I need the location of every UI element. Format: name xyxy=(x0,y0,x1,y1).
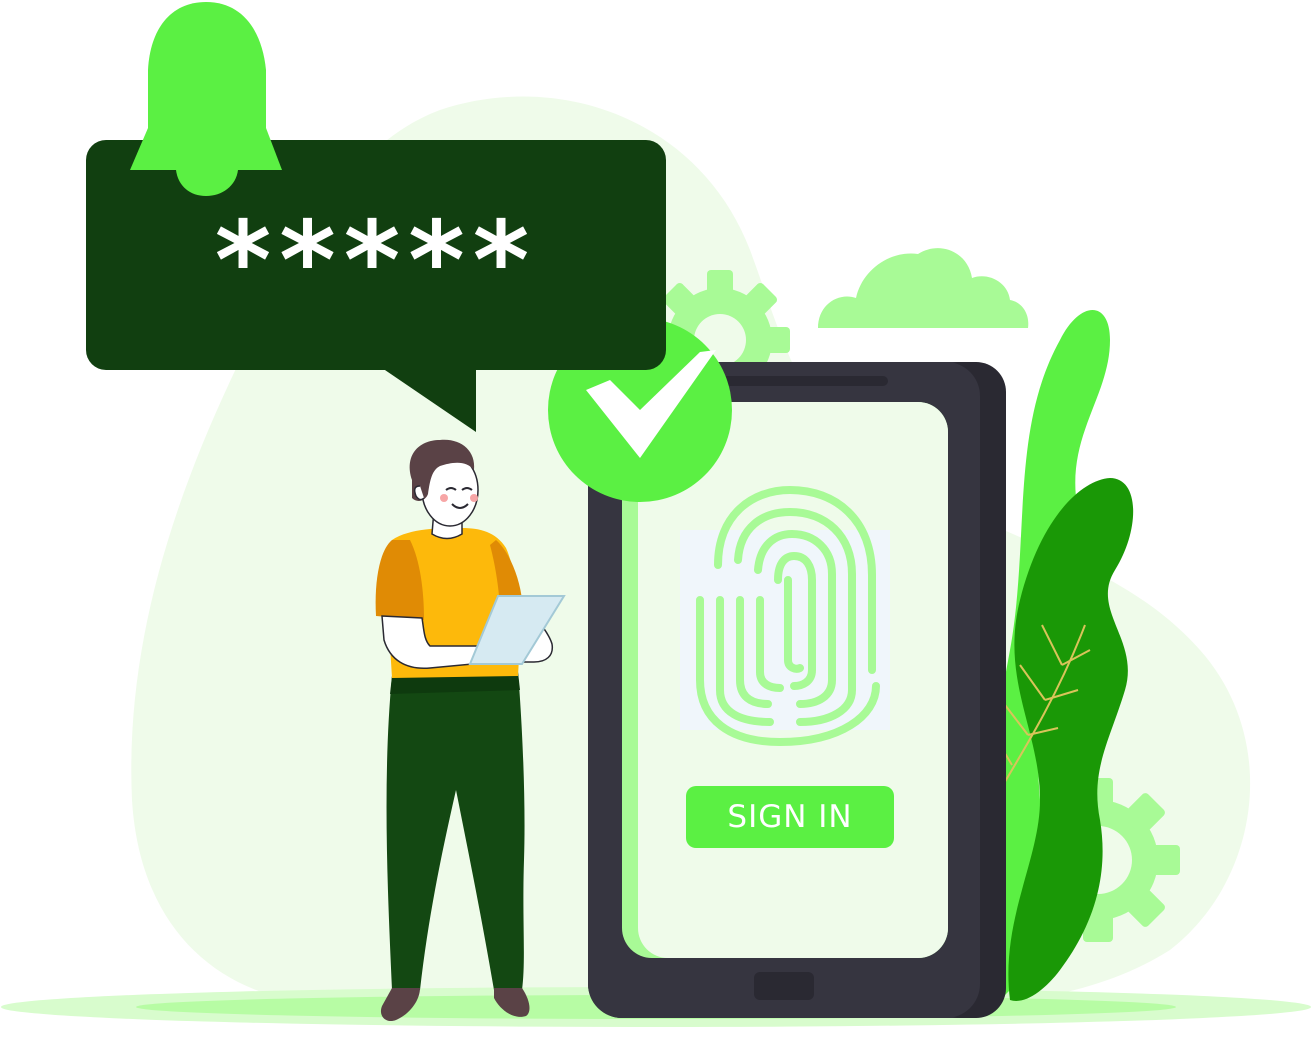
phone-speaker xyxy=(712,376,888,386)
password-mask: ***** xyxy=(214,199,538,324)
security-illustration: ***** SIGN IN xyxy=(0,0,1312,1040)
scene-graphics xyxy=(1,2,1311,1027)
signin-button[interactable]: SIGN IN xyxy=(686,786,894,848)
cloud-icon xyxy=(818,248,1029,328)
phone-home-button xyxy=(754,972,814,1000)
bell-icon xyxy=(130,2,282,196)
